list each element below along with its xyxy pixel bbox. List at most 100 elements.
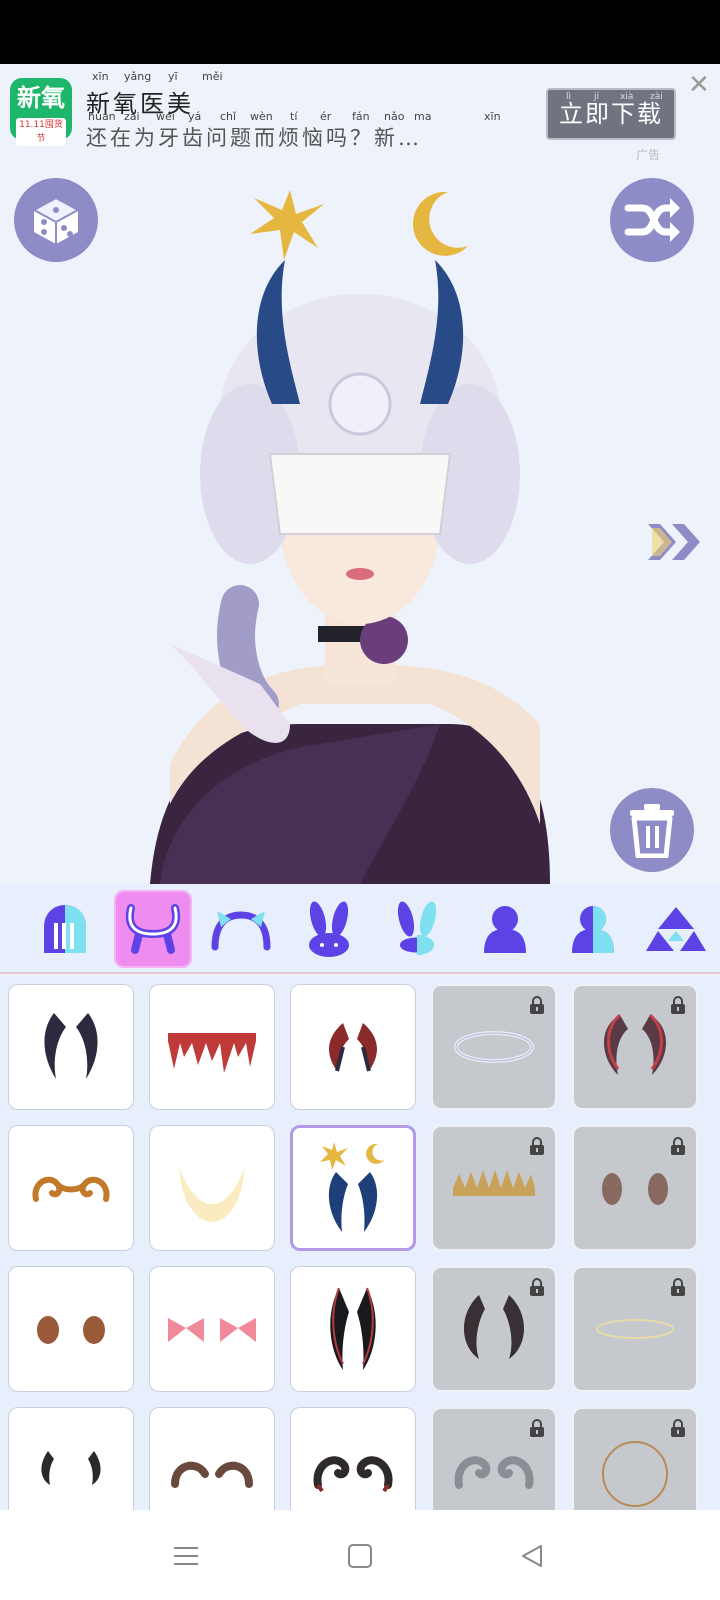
lock-icon [671, 1278, 685, 1296]
item-thumbnail [180, 1168, 244, 1222]
ad-banner[interactable]: 新氧 11.11囤货节 xīn yǎng yī měi 新氧医美 huán zà… [0, 64, 720, 164]
item-black-red-horns[interactable] [290, 1266, 416, 1392]
double-chevron-right-icon [648, 524, 700, 560]
item-thumbnail [329, 1023, 377, 1072]
ears-alt-icon [397, 901, 437, 955]
item-thumbnail [41, 1451, 101, 1485]
pinyin: xià [620, 92, 634, 102]
pinyin: yī [168, 70, 178, 83]
accessory-grid [0, 976, 720, 1510]
item-thumbnail [453, 1170, 535, 1196]
tab-hair[interactable] [26, 890, 104, 968]
item-dark-red-ram-horns[interactable] [290, 1407, 416, 1510]
headband-icon [211, 911, 271, 951]
tab-triangles[interactable] [646, 890, 720, 968]
item-thumbnail [32, 1176, 110, 1202]
item-blood-crown[interactable] [149, 984, 275, 1110]
tab-ears-alt[interactable] [378, 890, 456, 968]
lock-icon [530, 1419, 544, 1437]
item-golden-spike-crown[interactable] [431, 1125, 557, 1251]
item-golden-ram-horns[interactable] [8, 1125, 134, 1251]
item-red-wings-horns[interactable] [290, 984, 416, 1110]
item-silver-ram-horns[interactable] [431, 1407, 557, 1510]
item-red-curved-horns[interactable] [572, 984, 698, 1110]
ad-logo-sub: 11.11囤货节 [16, 118, 66, 146]
item-thumbnail [44, 1013, 98, 1079]
body-icon [484, 906, 526, 953]
body-alt-icon [572, 906, 614, 953]
item-dark-horns[interactable] [8, 984, 134, 1110]
pinyin: yǎng [124, 70, 152, 83]
item-gold-ring[interactable] [572, 1407, 698, 1510]
lock-icon [671, 1137, 685, 1155]
pinyin: lì [566, 92, 572, 102]
dice-icon [31, 196, 81, 244]
status-bar [0, 0, 720, 64]
home-button[interactable] [338, 1534, 382, 1578]
item-thin-halo[interactable] [572, 1266, 698, 1392]
system-navigation-bar [0, 1510, 720, 1600]
item-thumbnail [168, 1033, 256, 1073]
tab-body[interactable] [466, 890, 544, 968]
item-brown-curled-horns[interactable] [149, 1407, 275, 1510]
item-thumbnail [604, 1013, 666, 1075]
pinyin: měi [202, 70, 223, 83]
shuffle-icon [624, 198, 680, 242]
item-thumbnail [171, 1461, 253, 1488]
tab-bunny-ears[interactable] [290, 890, 368, 968]
triangles-icon [646, 907, 706, 951]
item-thumbnail [602, 1173, 668, 1205]
character-illustration [150, 190, 550, 884]
hair-icon [44, 905, 86, 953]
category-tabs [0, 884, 720, 974]
next-button[interactable] [648, 520, 704, 568]
item-small-black-horns[interactable] [8, 1407, 134, 1510]
lock-icon [530, 1278, 544, 1296]
item-thumbnail [602, 1441, 668, 1507]
trash-icon [630, 804, 674, 858]
item-curled-demon-horns[interactable] [431, 1266, 557, 1392]
item-thumbnail [168, 1318, 256, 1342]
ad-logo: 新氧 11.11囤货节 [10, 78, 72, 146]
lock-icon [671, 1419, 685, 1437]
item-crescent-moon[interactable] [149, 1125, 275, 1251]
item-thumbnail [37, 1316, 105, 1344]
item-star-moon-horns[interactable] [290, 1125, 416, 1251]
item-thumbnail [320, 1142, 384, 1232]
lock-icon [530, 996, 544, 1014]
ad-brand-mark: 广告 [636, 148, 661, 162]
pinyin: xīn [92, 70, 109, 83]
menu-button[interactable] [164, 1534, 208, 1578]
ad-description: 还在为牙齿问题而烦恼吗？新… [86, 126, 422, 150]
horns-icon [125, 904, 181, 954]
pinyin: jí [594, 92, 600, 102]
bunny-ears-icon [309, 901, 349, 957]
ad-cta-label: 立即下载 [559, 100, 663, 128]
item-copper-knobs[interactable] [8, 1266, 134, 1392]
item-thumbnail [464, 1295, 524, 1359]
item-thumbnail [330, 1287, 376, 1370]
lock-icon [671, 996, 685, 1014]
item-thumbnail [313, 1456, 393, 1493]
home-square-icon [348, 1544, 372, 1568]
item-thumbnail [454, 1031, 534, 1063]
tab-headband[interactable] [202, 890, 280, 968]
character-canvas [0, 164, 720, 884]
item-small-brown-horns[interactable] [572, 1125, 698, 1251]
ad-logo-text: 新氧 [17, 84, 65, 112]
random-button[interactable] [14, 178, 98, 262]
menu-icon [174, 1547, 198, 1565]
lock-icon [530, 1137, 544, 1155]
pinyin: zài [650, 92, 663, 102]
delete-button[interactable] [610, 788, 694, 872]
item-thumbnail [596, 1319, 674, 1339]
shuffle-button[interactable] [610, 178, 694, 262]
item-halo-ring[interactable] [431, 984, 557, 1110]
item-pink-bows[interactable] [149, 1266, 275, 1392]
back-button[interactable] [510, 1534, 554, 1578]
tab-body-alt[interactable] [554, 890, 632, 968]
tab-horns[interactable] [114, 890, 192, 968]
back-triangle-icon [522, 1545, 542, 1567]
close-icon[interactable]: ✕ [688, 70, 710, 100]
item-thumbnail [454, 1456, 534, 1489]
